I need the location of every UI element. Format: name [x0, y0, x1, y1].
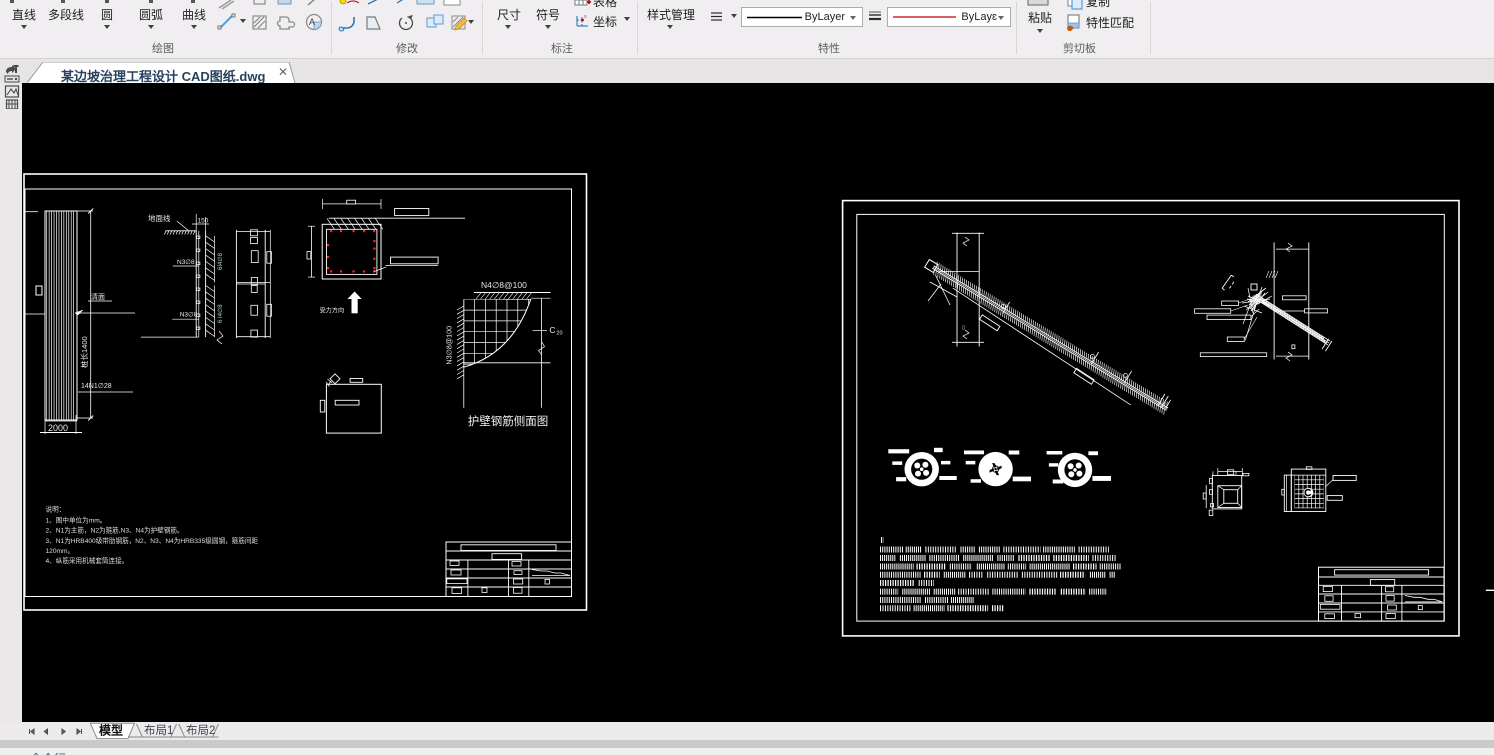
- svg-text:6I4∅8: 6I4∅8: [217, 252, 224, 270]
- svg-text:120mm。: 120mm。: [46, 548, 75, 555]
- svg-text:N3∅8: N3∅8: [177, 259, 195, 266]
- svg-text:布局2: 布局2: [186, 724, 215, 737]
- svg-text:▯: ▯: [962, 325, 965, 331]
- svg-text:清面: 清面: [91, 292, 105, 301]
- svg-text:N3∅8@100: N3∅8@100: [445, 326, 454, 365]
- svg-text:x: x: [584, 14, 587, 20]
- svg-text:桩长1400: 桩长1400: [79, 336, 89, 368]
- svg-text:2000: 2000: [48, 423, 68, 433]
- svg-text:N3∅8: N3∅8: [180, 312, 198, 319]
- svg-text:2、N1为主筋，N2为箍筋,N3、N4为护壁钢筋。: 2、N1为主筋，N2为箍筋,N3、N4为护壁钢筋。: [46, 525, 184, 534]
- svg-text:1、图中单位为mm。: 1、图中单位为mm。: [46, 515, 107, 524]
- svg-text:C: C: [549, 325, 555, 335]
- svg-text:20: 20: [556, 331, 562, 337]
- svg-text:14N1∅28: 14N1∅28: [81, 383, 112, 390]
- svg-text:150: 150: [198, 218, 209, 225]
- svg-text:地面线: 地面线: [148, 213, 171, 223]
- svg-text:模型: 模型: [99, 723, 123, 738]
- svg-text:6 I4∅8: 6 I4∅8: [217, 304, 224, 323]
- svg-text:受力方向: 受力方向: [320, 307, 345, 315]
- svg-text:护壁钢筋侧面图: 护壁钢筋侧面图: [468, 414, 549, 428]
- svg-text:布局1: 布局1: [144, 724, 173, 737]
- svg-text:A: A: [309, 17, 315, 27]
- svg-text:4、纵筋采用机械套筒连接。: 4、纵筋采用机械套筒连接。: [46, 556, 129, 565]
- svg-text:N4∅8@100: N4∅8@100: [481, 280, 527, 290]
- svg-text:3、N1为HRB400级带肋钢筋，N2、N3、N4为HRB3: 3、N1为HRB400级带肋钢筋，N2、N3、N4为HRB335级圆钢，箍筋间距: [46, 536, 259, 545]
- svg-text:说明：: 说明：: [46, 504, 66, 513]
